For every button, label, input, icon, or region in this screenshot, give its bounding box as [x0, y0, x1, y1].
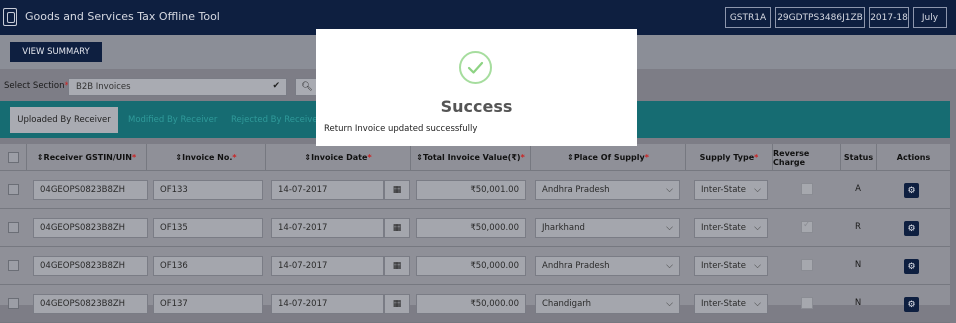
reverse-charge-checkbox[interactable] — [801, 259, 813, 271]
receiver-gstin-field[interactable]: 04GEOPS0823B8ZH — [33, 180, 148, 200]
chevron-down-icon: ⌵ — [754, 185, 761, 195]
status-value: R — [855, 222, 861, 232]
row-checkbox[interactable] — [8, 222, 19, 233]
table-row: 04GEOPS0823B8ZH OF136 14-07-2017 ▦ ₹50,000.0… — [0, 247, 950, 285]
invoice-date-field[interactable]: 14-07-2017 — [271, 180, 384, 200]
supply-type-select[interactable]: Inter-State ⌵ — [694, 180, 768, 200]
month-badge: July — [913, 7, 947, 28]
col-reverse-charge: Reverse Charge — [773, 144, 841, 171]
chevron-down-icon: ⌵ — [666, 223, 673, 233]
search-icon: 🔍︎ — [301, 82, 313, 92]
select-all-cell — [0, 144, 27, 171]
edit-action-button[interactable]: ⚙ — [904, 221, 919, 236]
place-of-supply-select[interactable]: Andhra Pradesh ⌵ — [535, 256, 680, 276]
calendar-icon[interactable]: ▦ — [384, 294, 410, 314]
col-place-of-supply[interactable]: ⇕ Place Of Supply * — [531, 144, 686, 171]
invoice-value-field[interactable]: ₹50,000.00 — [416, 256, 526, 276]
section-select-value: B2B Invoices — [76, 82, 131, 92]
select-all-checkbox[interactable] — [8, 152, 19, 163]
chevron-down-icon: ⌵ — [666, 261, 673, 271]
table-row: 04GEOPS0823B8ZH OF135 14-07-2017 ▦ ₹50,000.0… — [0, 209, 950, 247]
invoice-no-field[interactable]: OF136 — [153, 256, 263, 276]
invoice-value-field[interactable]: ₹50,000.00 — [416, 294, 526, 314]
success-modal: Success Return Invoice updated successfu… — [316, 29, 637, 146]
invoice-date-field[interactable]: 14-07-2017 — [271, 294, 384, 314]
tab-modified-by-receiver[interactable]: Modified By Receiver — [128, 107, 217, 133]
success-check-icon — [459, 51, 492, 84]
return-type-badge: GSTR1A — [725, 7, 771, 28]
col-actions: Actions — [896, 153, 931, 162]
row-checkbox[interactable] — [8, 298, 19, 309]
invoice-no-field[interactable]: OF137 — [153, 294, 263, 314]
status-value: A — [855, 184, 861, 194]
table-row: 04GEOPS0823B8ZH OF137 14-07-2017 ▦ ₹50,000.0… — [0, 285, 950, 323]
col-invoice-no[interactable]: ⇕ Invoice No. * — [147, 144, 266, 171]
reverse-charge-checkbox[interactable] — [801, 297, 813, 309]
invoice-no-field[interactable]: OF135 — [153, 218, 263, 238]
gear-icon: ⚙ — [907, 223, 916, 234]
chevron-down-icon: ⌵ — [666, 299, 673, 309]
calendar-icon[interactable]: ▦ — [384, 218, 410, 238]
chevron-down-icon: ⌵ — [754, 299, 761, 309]
tab-rejected-by-receiver[interactable]: Rejected By Receiver — [231, 107, 321, 133]
calendar-icon[interactable]: ▦ — [384, 256, 410, 276]
invoice-no-field[interactable]: OF133 — [153, 180, 263, 200]
reverse-charge-checkbox[interactable] — [801, 183, 813, 195]
edit-action-button[interactable]: ⚙ — [904, 259, 919, 274]
gear-icon: ⚙ — [907, 185, 916, 196]
place-of-supply-select[interactable]: Chandigarh ⌵ — [535, 294, 680, 314]
gstin-badge: 29GDTPS3486J1ZB — [775, 7, 865, 28]
col-invoice-date[interactable]: ⇕ Invoice Date * — [266, 144, 411, 171]
invoice-table: ⇕ Receiver GSTIN/UIN * ⇕ Invoice No. * ⇕ Invo… — [0, 144, 950, 323]
row-checkbox[interactable] — [8, 260, 19, 271]
place-of-supply-select[interactable]: Jharkhand ⌵ — [535, 218, 680, 238]
gst-logo-icon — [3, 8, 17, 26]
chevron-down-icon: ⌵ — [754, 223, 761, 233]
col-supply-type: Supply Type * — [686, 144, 773, 171]
invoice-date-field[interactable]: 14-07-2017 — [271, 218, 384, 238]
app-title: Goods and Services Tax Offline Tool — [25, 10, 220, 23]
edit-action-button[interactable]: ⚙ — [904, 183, 919, 198]
view-summary-button[interactable]: VIEW SUMMARY — [10, 42, 102, 62]
table-row: 04GEOPS0823B8ZH OF133 14-07-2017 ▦ ₹50,001.0… — [0, 171, 950, 209]
section-label: Select Section* — [4, 81, 69, 91]
col-receiver-gstin[interactable]: ⇕ Receiver GSTIN/UIN * — [27, 144, 147, 171]
receiver-gstin-field[interactable]: 04GEOPS0823B8ZH — [33, 294, 148, 314]
table-header: ⇕ Receiver GSTIN/UIN * ⇕ Invoice No. * ⇕ Invo… — [0, 144, 950, 171]
col-status: Status — [841, 144, 877, 171]
supply-type-select[interactable]: Inter-State ⌵ — [694, 218, 768, 238]
supply-type-select[interactable]: Inter-State ⌵ — [694, 294, 768, 314]
invoice-value-field[interactable]: ₹50,000.00 — [416, 218, 526, 238]
chevron-down-icon: ⌵ — [754, 261, 761, 271]
modal-title: Success — [440, 97, 513, 116]
reverse-charge-checkbox[interactable] — [801, 220, 813, 233]
tab-uploaded-by-receiver[interactable]: Uploaded By Receiver — [10, 107, 118, 133]
receiver-gstin-field[interactable]: 04GEOPS0823B8ZH — [33, 218, 148, 238]
status-value: N — [854, 260, 862, 270]
row-checkbox[interactable] — [8, 184, 19, 195]
supply-type-select[interactable]: Inter-State ⌵ — [694, 256, 768, 276]
place-of-supply-select[interactable]: Andhra Pradesh ⌵ — [535, 180, 680, 200]
col-total-invoice-value[interactable]: ⇕ Total Invoice Value(₹) * — [411, 144, 531, 171]
status-value: N — [854, 298, 862, 308]
receiver-gstin-field[interactable]: 04GEOPS0823B8ZH — [33, 256, 148, 276]
chevron-down-icon: ✔ — [272, 81, 280, 91]
gear-icon: ⚙ — [907, 261, 916, 272]
chevron-down-icon: ⌵ — [666, 185, 673, 195]
section-select[interactable]: B2B Invoices ✔ — [68, 78, 287, 96]
invoice-value-field[interactable]: ₹50,001.00 — [416, 180, 526, 200]
calendar-icon[interactable]: ▦ — [384, 180, 410, 200]
modal-message: Return Invoice updated successfully — [324, 124, 478, 134]
invoice-date-field[interactable]: 14-07-2017 — [271, 256, 384, 276]
year-badge: 2017-18 — [869, 7, 909, 28]
